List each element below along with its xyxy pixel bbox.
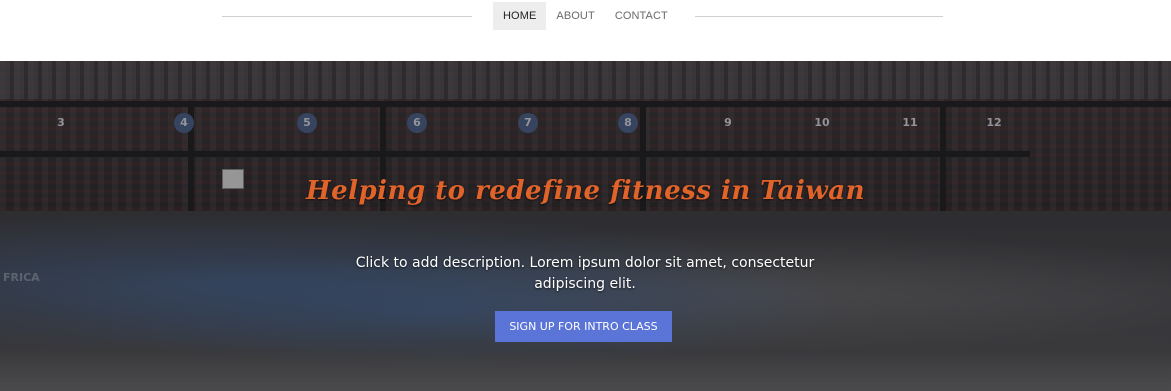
nav-item-home[interactable]: HOME [493,2,547,30]
main-nav: HOME ABOUT CONTACT [493,2,678,30]
nav-divider-left [222,16,472,17]
signup-intro-class-button[interactable]: SIGN UP FOR INTRO CLASS [495,311,672,342]
nav-item-about[interactable]: ABOUT [546,2,604,30]
nav-item-contact[interactable]: CONTACT [605,2,678,30]
top-navigation-bar: HOME ABOUT CONTACT [0,0,1171,61]
hero-section: 3 4 5 6 7 8 9 10 11 12 FRICA Helping to … [0,61,1171,391]
hero-description: Click to add description. Lorem ipsum do… [355,255,815,292]
hero-headline: Helping to redefine fitness in Taiwan [306,176,865,207]
nav-divider-right [695,16,943,17]
